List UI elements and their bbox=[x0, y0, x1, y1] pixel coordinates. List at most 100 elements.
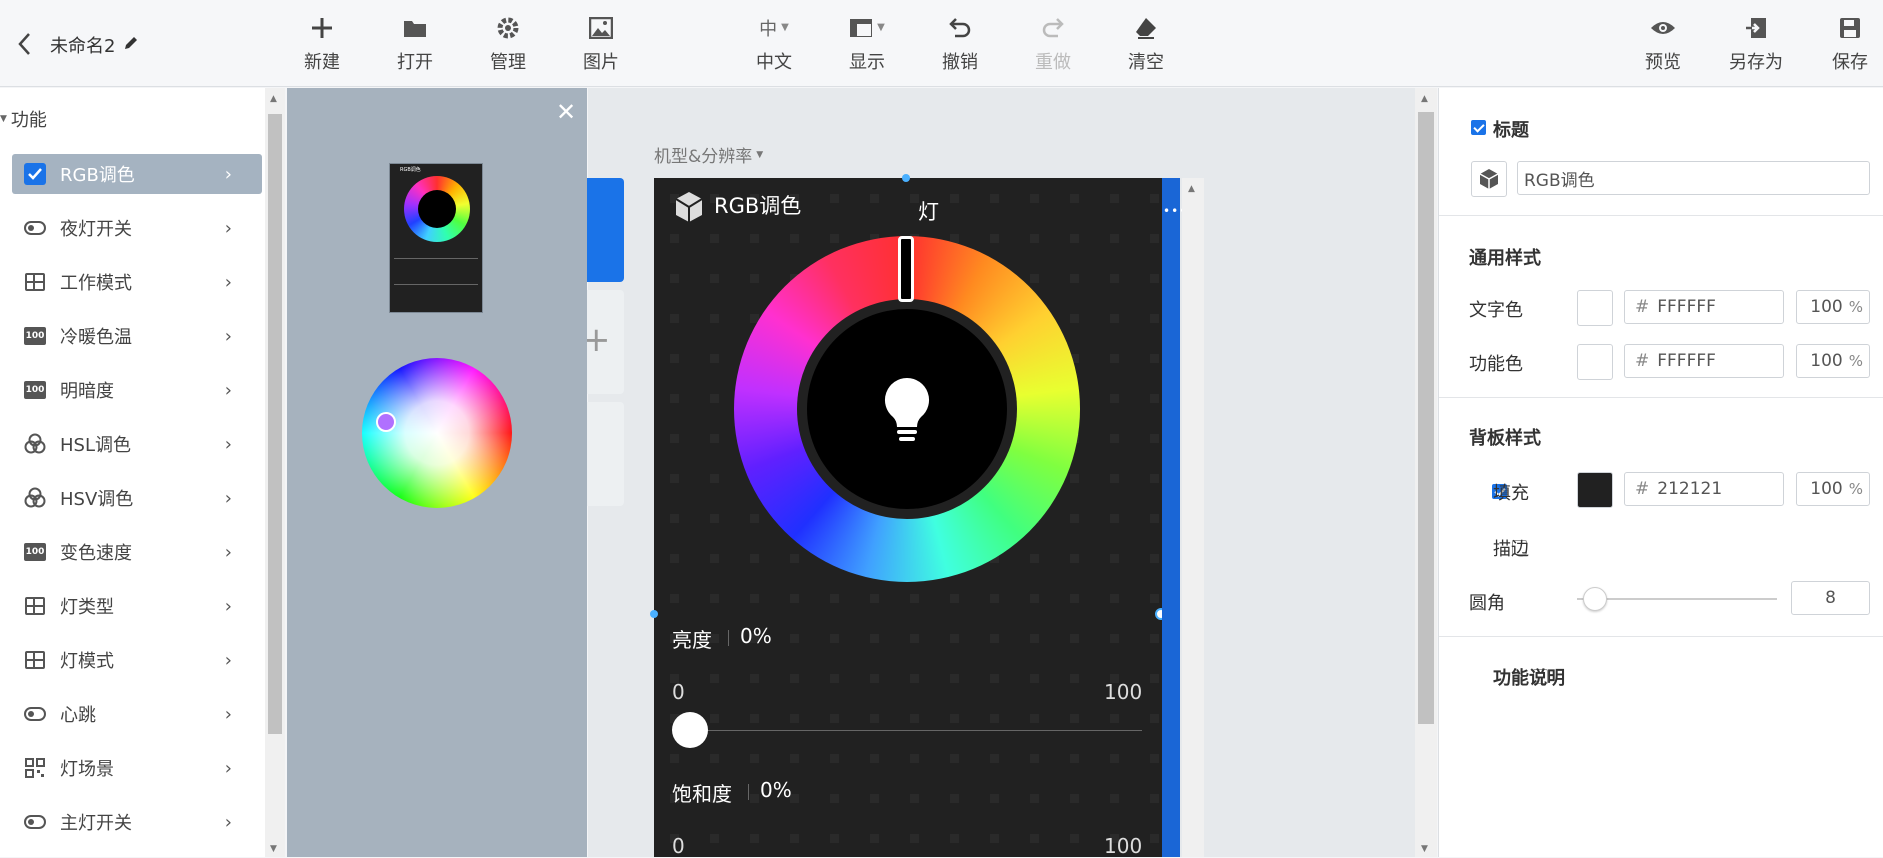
scroll-up-arrow[interactable]: ▲ bbox=[1188, 184, 1195, 194]
save-button[interactable]: 保存 bbox=[1815, 0, 1883, 87]
canvas-scrollbar[interactable]: ▲ ▼ bbox=[1415, 88, 1437, 857]
sidebar-item-heartbeat[interactable]: 心跳 › bbox=[12, 694, 262, 734]
save-as-label: 另存为 bbox=[1729, 51, 1783, 73]
saturation-max: 100 bbox=[1104, 834, 1143, 858]
display-label: 显示 bbox=[849, 51, 885, 73]
display-icon: ▼ bbox=[842, 14, 892, 42]
text-color-opacity-input[interactable]: 100% bbox=[1796, 290, 1870, 324]
scroll-up-arrow[interactable]: ▲ bbox=[1421, 94, 1428, 104]
title-input[interactable]: RGB调色 bbox=[1517, 161, 1870, 195]
hsv-color-picker[interactable] bbox=[362, 358, 512, 508]
sidebar-item-rgb[interactable]: RGB调色 › bbox=[12, 154, 262, 194]
clear-button[interactable]: 清空 bbox=[1111, 0, 1181, 87]
sidebar-item-hsl[interactable]: HSL调色 › bbox=[12, 424, 262, 464]
scroll-down-arrow[interactable]: ▼ bbox=[270, 844, 277, 854]
undo-button[interactable]: 撤销 bbox=[925, 0, 995, 87]
checkbox-icon bbox=[24, 163, 46, 185]
language-icon-text: 中 bbox=[759, 18, 778, 40]
close-icon[interactable]: ✕ bbox=[556, 98, 576, 126]
radius-slider[interactable] bbox=[1577, 587, 1777, 611]
scrollbar-thumb[interactable] bbox=[1418, 112, 1434, 724]
thumbnail-slider-2 bbox=[394, 284, 478, 285]
fill-hex-input[interactable]: #212121 bbox=[1624, 472, 1784, 506]
sidebar-item-light-mode[interactable]: 灯模式 › bbox=[12, 640, 262, 680]
label-divider bbox=[728, 630, 729, 646]
manage-button[interactable]: 管理 bbox=[473, 0, 543, 87]
grid-icon bbox=[24, 649, 46, 671]
document-title[interactable]: 未命名2 bbox=[50, 32, 115, 58]
scroll-down-arrow[interactable]: ▼ bbox=[1421, 844, 1428, 854]
sidebar-item-hsv[interactable]: HSV调色 › bbox=[12, 478, 262, 518]
image-button[interactable]: 图片 bbox=[566, 0, 636, 87]
widget-thumbnail[interactable]: RGB调色 bbox=[389, 163, 483, 313]
radius-slider-thumb[interactable] bbox=[1583, 587, 1607, 611]
brightness-slider[interactable] bbox=[672, 712, 1142, 748]
sidebar-item-color-temp[interactable]: 100 冷暖色温 › bbox=[12, 316, 262, 356]
chevron-right-icon: › bbox=[224, 649, 232, 671]
radius-value: 8 bbox=[1825, 588, 1836, 608]
fill-color-swatch[interactable] bbox=[1577, 472, 1613, 508]
section-divider bbox=[1439, 215, 1883, 216]
folder-icon bbox=[401, 14, 429, 42]
func-color-opacity-input[interactable]: 100% bbox=[1796, 344, 1870, 378]
text-color-label: 文字色 bbox=[1469, 300, 1523, 321]
func-color-hex: FFFFFF bbox=[1657, 351, 1716, 371]
image-icon bbox=[587, 14, 615, 42]
cube-icon-button[interactable] bbox=[1471, 161, 1507, 197]
hash-symbol: # bbox=[1635, 297, 1650, 317]
preview-button[interactable]: 预览 bbox=[1628, 0, 1698, 87]
back-button[interactable] bbox=[14, 30, 36, 58]
sidebar-item-label: 变色速度 bbox=[60, 543, 132, 564]
sidebar-item-light-scene[interactable]: 灯场景 › bbox=[12, 748, 262, 788]
sidebar-item-brightness[interactable]: 100 明暗度 › bbox=[12, 370, 262, 410]
panel-style-heading: 背板样式 bbox=[1469, 428, 1541, 449]
sidebar-section-header[interactable]: ▼ 功能 bbox=[0, 106, 47, 132]
sidebar-item-night-light[interactable]: 夜灯开关 › bbox=[12, 208, 262, 248]
wheel-handle[interactable] bbox=[898, 236, 914, 302]
caret-down-icon: ▼ bbox=[877, 22, 885, 33]
save-as-button[interactable]: 另存为 bbox=[1721, 0, 1791, 87]
next-widget-strip[interactable] bbox=[1162, 178, 1180, 857]
open-button[interactable]: 打开 bbox=[380, 0, 450, 87]
sidebar-item-color-speed[interactable]: 100 变色速度 › bbox=[12, 532, 262, 572]
text-color-hex: FFFFFF bbox=[1657, 297, 1716, 317]
sidebar-item-label: RGB调色 bbox=[60, 165, 135, 186]
save-label: 保存 bbox=[1832, 51, 1868, 73]
sidebar-item-light-type[interactable]: 灯类型 › bbox=[12, 586, 262, 626]
widget-title: RGB调色 bbox=[714, 194, 802, 218]
text-color-swatch[interactable] bbox=[1577, 290, 1613, 326]
sidebar-scrollbar[interactable]: ▲ ▼ bbox=[265, 88, 285, 857]
toolbar: 未命名2 新建 打开 管理 图片 中 ▼ 中文 ▼ 显示 撤销 重做 清空 预览… bbox=[0, 0, 1883, 87]
language-button[interactable]: 中 ▼ 中文 bbox=[739, 0, 809, 87]
pencil-icon[interactable] bbox=[122, 34, 140, 57]
text-color-hex-input[interactable]: # FFFFFF bbox=[1624, 290, 1784, 324]
redo-button[interactable]: 重做 bbox=[1018, 0, 1088, 87]
toggle-icon bbox=[24, 811, 46, 833]
clear-label: 清空 bbox=[1128, 51, 1164, 73]
device-resolution-selector[interactable]: 机型&分辨率 ▼ bbox=[654, 142, 763, 167]
preview-scrollbar[interactable]: ▲ bbox=[1182, 178, 1204, 857]
new-button[interactable]: 新建 bbox=[287, 0, 357, 87]
chevron-right-icon: › bbox=[224, 811, 232, 833]
func-color-hex-input[interactable]: # FFFFFF bbox=[1624, 344, 1784, 378]
radius-input[interactable]: 8 bbox=[1791, 581, 1870, 615]
fill-opacity-input[interactable]: 100% bbox=[1796, 472, 1870, 506]
sidebar-item-work-mode[interactable]: 工作模式 › bbox=[12, 262, 262, 302]
title-checkbox[interactable] bbox=[1471, 120, 1486, 135]
selection-handle-left[interactable] bbox=[650, 610, 658, 618]
sidebar-item-main-light[interactable]: 主灯开关 › bbox=[12, 802, 262, 842]
color-picker-handle[interactable] bbox=[376, 412, 396, 432]
brightness-slider-thumb[interactable] bbox=[672, 712, 708, 748]
plus-icon bbox=[308, 14, 336, 42]
rgb-widget-preview[interactable]: RGB调色 灯 亮度 0% 0 100 饱和度 0% 0 100 bbox=[654, 178, 1162, 858]
scrollbar-thumb[interactable] bbox=[268, 114, 282, 734]
rgb-color-wheel[interactable] bbox=[734, 236, 1080, 582]
cube-icon bbox=[674, 190, 704, 229]
chevron-right-icon: › bbox=[224, 379, 232, 401]
title-input-value: RGB调色 bbox=[1524, 170, 1595, 191]
selection-handle-top[interactable] bbox=[902, 174, 910, 182]
scroll-up-arrow[interactable]: ▲ bbox=[270, 94, 277, 104]
chevron-right-icon: › bbox=[224, 433, 232, 455]
func-color-swatch[interactable] bbox=[1577, 344, 1613, 380]
display-button[interactable]: ▼ 显示 bbox=[832, 0, 902, 87]
